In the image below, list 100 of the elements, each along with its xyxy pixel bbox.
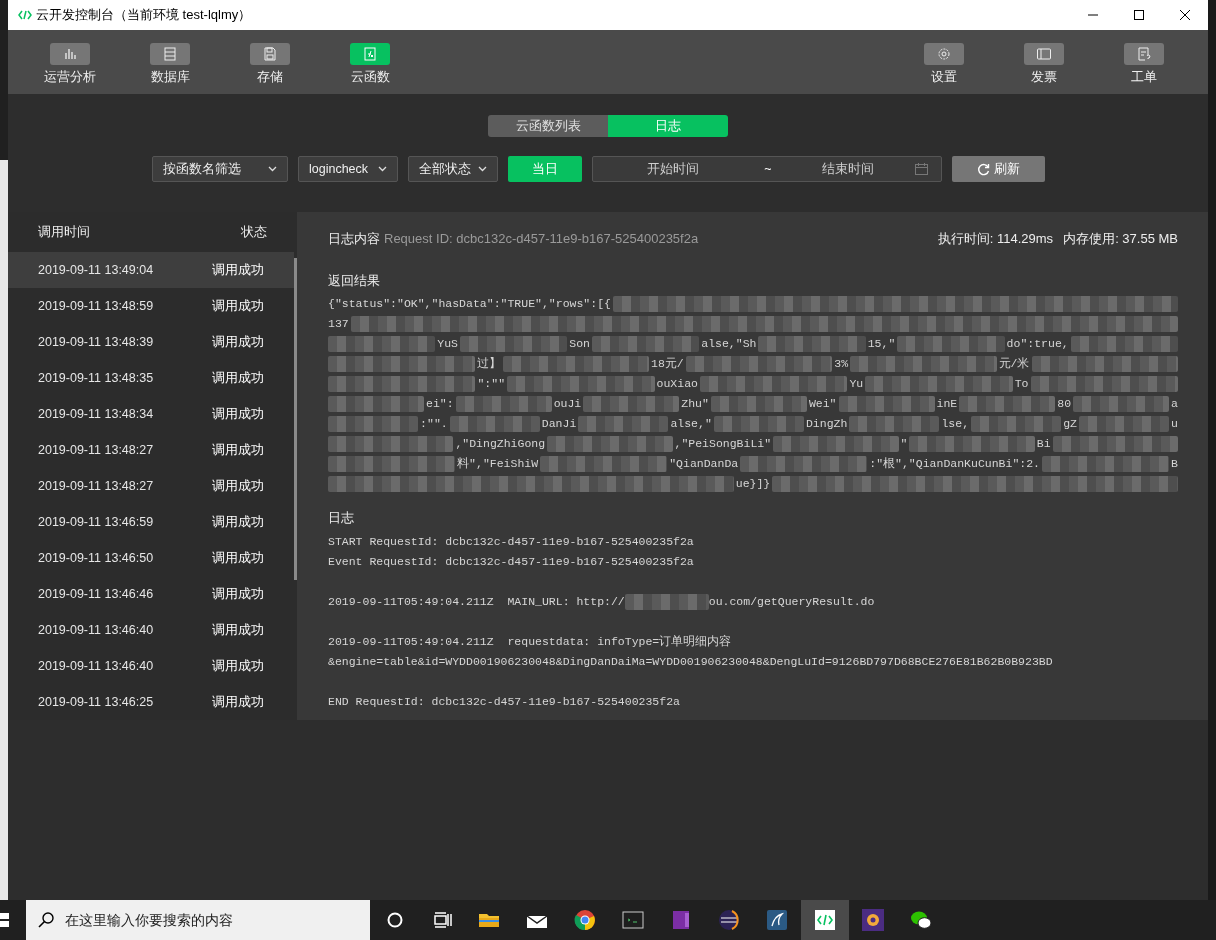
result-text: ,"DingZhiGong — [455, 436, 546, 453]
invocation-time: 2019-09-11 13:46:59 — [38, 513, 154, 531]
dropdown[interactable]: 按函数名筛选 — [152, 156, 288, 182]
result-text: ":"" — [477, 376, 506, 393]
tab[interactable]: 云函数列表 — [488, 115, 608, 137]
date-range-field[interactable]: 开始时间 ~ 结束时间 — [592, 156, 942, 182]
result-text: gZ — [1063, 416, 1077, 433]
result-text: ei": — [426, 396, 454, 413]
result-text: 料","FeiShiW — [457, 456, 539, 473]
invocation-status: 调用成功 — [212, 405, 264, 424]
result-text: B — [1171, 456, 1178, 473]
refresh-button[interactable]: 刷新 — [952, 156, 1045, 182]
task-view-icon[interactable] — [434, 912, 452, 928]
invocation-time: 2019-09-11 13:48:59 — [38, 297, 154, 315]
invocation-status: 调用成功 — [212, 513, 264, 532]
taskbar-app-button[interactable] — [801, 900, 849, 940]
invocation-time: 2019-09-11 13:46:25 — [38, 693, 154, 711]
dropdown[interactable]: 全部状态 — [408, 156, 498, 182]
result-text: {"status":"OK","hasData":"TRUE","rows":[{ — [328, 296, 611, 313]
toolbar-label: 数据库 — [150, 69, 190, 86]
invocation-status: 调用成功 — [212, 585, 264, 604]
result-text: ,"PeiSongBiLi" — [674, 436, 772, 453]
column-header: 状态 — [241, 223, 267, 242]
result-text: 137 — [328, 316, 349, 333]
invocation-status: 调用成功 — [212, 657, 264, 676]
log-line: &engine=table&id=WYDD001906230048&DingDanDaiMa=WYDD001906230048&DengLuId=9126BD797D68BCE276E81B62B0B923BD — [328, 653, 1053, 670]
invocation-status: 调用成功 — [212, 333, 264, 352]
result-text: ouJi — [553, 396, 582, 413]
result-text: 80 — [1057, 396, 1072, 413]
dolphin-icon — [764, 907, 790, 933]
toolbar-button[interactable] — [250, 43, 290, 65]
invocation-time: 2019-09-11 13:46:40 — [38, 621, 154, 639]
result-text: To — [1014, 376, 1029, 393]
toolbar-label: 运营分析 — [44, 69, 96, 86]
log-list-row[interactable]: 2019-09-11 13:46:40 调用成功 — [8, 612, 294, 648]
result-text: 过】 — [476, 356, 501, 373]
log-list-row[interactable]: 2019-09-11 13:48:27 调用成功 — [8, 432, 294, 468]
ticket-icon — [1036, 46, 1052, 62]
result-text: YuS — [437, 336, 458, 353]
toolbar-button[interactable] — [50, 43, 90, 65]
result-text: alse," — [670, 416, 712, 433]
window-title: 云开发控制台（当前环境 test-lqlmy） — [36, 6, 252, 25]
log-list-row[interactable]: 2019-09-11 13:46:59 调用成功 — [8, 504, 294, 540]
result-text: 15," — [867, 336, 896, 353]
log-list-row[interactable]: 2019-09-11 13:48:27 调用成功 — [8, 468, 294, 504]
result-text: Bi — [1036, 436, 1051, 453]
result-text: ue}]} — [735, 476, 771, 493]
result-text: a — [1171, 396, 1178, 413]
log-list-row[interactable]: 2019-09-11 13:46:40 调用成功 — [8, 648, 294, 684]
app-logo-icon — [18, 10, 32, 20]
caret-icon — [478, 166, 487, 172]
toolbar-button[interactable] — [1024, 43, 1064, 65]
scrollbar[interactable] — [294, 258, 297, 580]
invocation-time: 2019-09-11 13:49:04 — [38, 261, 154, 279]
log-list-row[interactable]: 2019-09-11 13:49:04 调用成功 — [8, 252, 294, 288]
invocation-time: 2019-09-11 13:48:27 — [38, 477, 154, 495]
toolbar-button[interactable] — [924, 43, 964, 65]
log-list-row[interactable]: 2019-09-11 13:48:59 调用成功 — [8, 288, 294, 324]
result-text: Zhu" — [681, 396, 709, 413]
log-list-row[interactable]: 2019-09-11 13:48:34 调用成功 — [8, 396, 294, 432]
browser-icon — [572, 907, 598, 933]
toolbar-label: 云函数 — [350, 69, 390, 86]
search-icon — [38, 912, 54, 928]
invocation-status: 调用成功 — [212, 693, 264, 712]
result-text: lse, — [941, 416, 970, 433]
invocation-status: 调用成功 — [212, 621, 264, 640]
log-line: ou.com/getQueryResult.do — [708, 593, 875, 610]
invocation-time: 2019-09-11 13:48:27 — [38, 441, 154, 459]
result-text: 18元/ — [651, 356, 684, 373]
invocation-status: 调用成功 — [212, 441, 264, 460]
result-text: DanJi — [541, 416, 577, 433]
cortana-icon[interactable] — [387, 912, 403, 928]
function-icon — [362, 46, 378, 62]
close-icon — [1180, 10, 1190, 20]
log-list-row[interactable]: 2019-09-11 13:48:39 调用成功 — [8, 324, 294, 360]
invocation-time: 2019-09-11 13:48:35 — [38, 369, 154, 387]
result-text: " — [900, 436, 908, 453]
invocation-status: 调用成功 — [212, 549, 264, 568]
result-text: :"". — [420, 416, 448, 433]
toolbar-label: 发票 — [1031, 69, 1057, 86]
log-line: 2019-09-11T05:49:04.211Z requestdata: infoType=订单明细内容 — [328, 633, 732, 650]
code-icon — [812, 907, 838, 933]
log-list-row[interactable]: 2019-09-11 13:48:35 调用成功 — [8, 360, 294, 396]
dropdown[interactable]: logincheck — [298, 156, 398, 182]
result-text: 3% — [834, 356, 849, 373]
log-list-row[interactable]: 2019-09-11 13:46:46 调用成功 — [8, 576, 294, 612]
table-icon — [162, 46, 178, 62]
invocation-status: 调用成功 — [212, 261, 264, 280]
log-list-row[interactable]: 2019-09-11 13:46:25 调用成功 — [8, 684, 294, 720]
invocation-time: 2019-09-11 13:48:34 — [38, 405, 154, 423]
log-line: Event RequestId: dcbc132c-d457-11e9-b167-525400235f2a — [328, 553, 694, 570]
taskbar-search-field[interactable]: 在这里输入你要搜索的内容 — [26, 900, 370, 940]
windows-logo-icon[interactable] — [0, 912, 10, 928]
result-text: u — [1171, 416, 1178, 433]
result-text: 元/米 — [998, 356, 1030, 373]
log-list-row[interactable]: 2019-09-11 13:46:50 调用成功 — [8, 540, 294, 576]
document-icon — [1136, 46, 1152, 62]
maximize-icon — [1134, 10, 1144, 20]
refresh-icon — [977, 162, 990, 176]
invocation-status: 调用成功 — [212, 369, 264, 388]
